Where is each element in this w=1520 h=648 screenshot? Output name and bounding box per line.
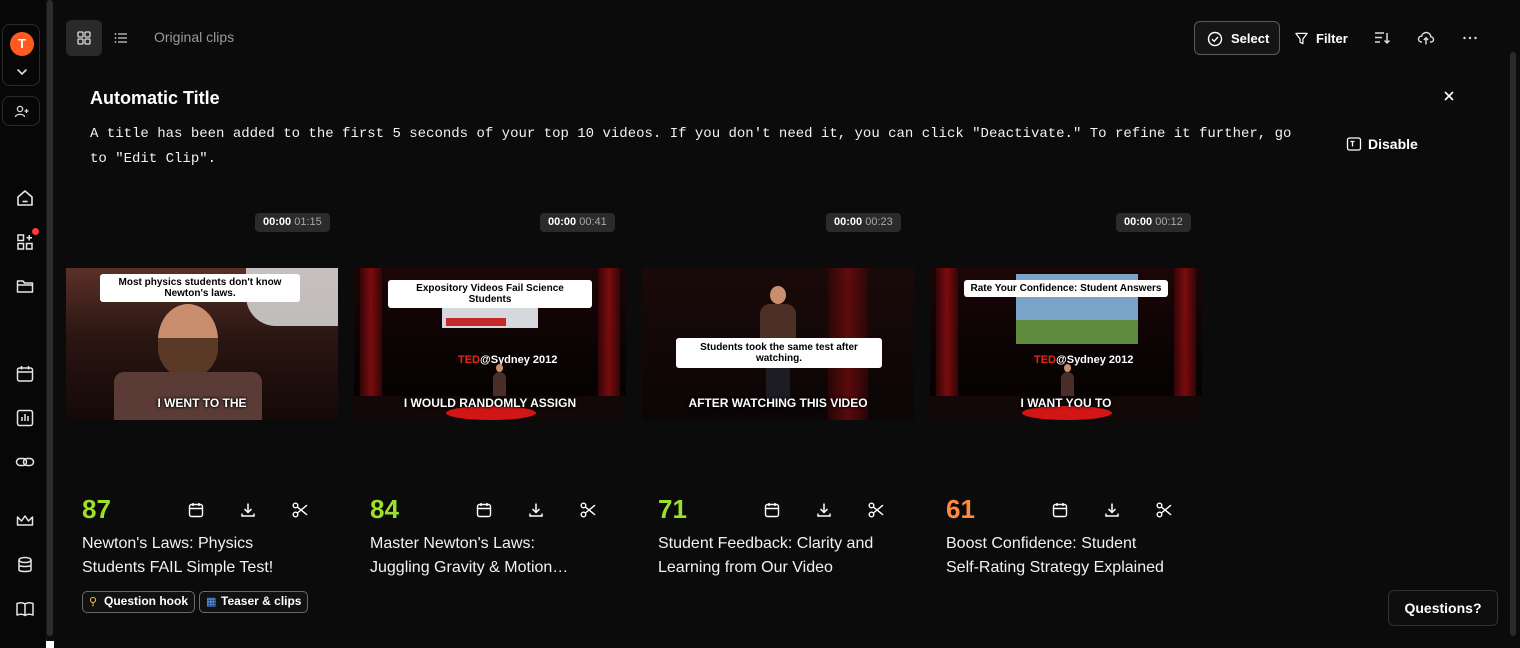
close-icon[interactable] (1440, 87, 1458, 105)
clip-overlay-title: Rate Your Confidence: Student Answers (964, 280, 1168, 297)
clip-title[interactable]: Boost Confidence: Student Self-Rating St… (946, 532, 1196, 580)
event-logo: TED@Sydney 2012 (1034, 354, 1134, 366)
clip-thumbnail[interactable]: TED@Sydney 2012 Expository Videos Fail S… (354, 268, 626, 420)
clip-caption: AFTER WATCHING THIS VIDEO (688, 396, 868, 410)
resize-handle[interactable] (46, 641, 54, 648)
calendar-icon[interactable] (14, 363, 36, 385)
chevron-down-icon[interactable] (15, 65, 29, 79)
clip-card[interactable]: 00:00 01:15 Most physics students don't … (66, 210, 338, 620)
link-icon[interactable] (14, 451, 36, 473)
clip-overlay-title: Students took the same test after watchi… (676, 338, 882, 368)
avatar[interactable]: T (10, 32, 34, 56)
breadcrumb[interactable]: Original clips (154, 29, 234, 45)
account-switcher[interactable]: T (2, 24, 40, 86)
scissors-icon[interactable] (867, 501, 885, 519)
grid-view-button[interactable] (66, 20, 102, 56)
clip-caption: I WOULD RANDOMLY ASSIGN (403, 396, 577, 410)
clip-duration: 00:00 01:15 (255, 213, 330, 232)
clip-card[interactable]: 00:00 00:23 Students took the same test … (642, 210, 914, 620)
notification-dot (32, 228, 39, 235)
virality-score: 84 (370, 494, 399, 524)
schedule-icon[interactable] (187, 501, 205, 519)
virality-score: 71 (658, 494, 687, 524)
disable-label: Disable (1368, 136, 1418, 152)
virality-score: 61 (946, 494, 975, 524)
sidebar-scrollbar[interactable] (47, 0, 53, 636)
more-options-icon[interactable] (1461, 29, 1479, 47)
clip-duration: 00:00 00:23 (826, 213, 901, 232)
clip-thumbnail[interactable]: TED@Sydney 2012 Rate Your Confidence: St… (930, 268, 1202, 420)
clip-thumbnail[interactable]: Most physics students don't know Newton'… (66, 268, 338, 420)
crown-icon[interactable] (14, 510, 36, 532)
book-icon[interactable] (14, 598, 36, 620)
clip-title[interactable]: Student Feedback: Clarity and Learning f… (658, 532, 908, 580)
download-icon[interactable] (239, 501, 257, 519)
clip-caption: I WENT TO THE (157, 396, 247, 410)
filter-label: Filter (1316, 31, 1348, 46)
add-user-icon (14, 105, 29, 118)
clip-duration: 00:00 00:12 (1116, 213, 1191, 232)
analytics-icon[interactable] (14, 407, 36, 429)
clip-overlay-title: Expository Videos Fail Science Students (388, 280, 592, 308)
list-view-button[interactable] (103, 20, 139, 56)
hook-icon: ⚲ (89, 596, 98, 608)
clip-title[interactable]: Master Newton's Laws: Juggling Gravity &… (370, 532, 620, 580)
list-icon (114, 33, 127, 43)
left-rail: T (0, 0, 47, 648)
questions-button[interactable]: Questions? (1388, 590, 1498, 626)
filter-icon (1295, 32, 1308, 45)
clip-card[interactable]: 00:00 00:41 TED@Sydney 2012 Expository V… (354, 210, 626, 620)
event-logo: TED@Sydney 2012 (458, 354, 558, 366)
folder-icon[interactable] (14, 275, 36, 297)
download-icon[interactable] (815, 501, 833, 519)
clip-caption: I WANT YOU TO (1020, 396, 1112, 410)
tag-teaser-clips[interactable]: ▦ Teaser & clips (199, 591, 309, 613)
scissors-icon[interactable] (1155, 501, 1173, 519)
invite-member-button[interactable] (2, 96, 40, 126)
tag-question-hook[interactable]: ⚲ Question hook (82, 591, 195, 613)
download-icon[interactable] (1103, 501, 1121, 519)
grid-icon (77, 31, 91, 45)
clip-overlay-title: Most physics students don't know Newton'… (100, 274, 300, 302)
virality-score: 87 (82, 494, 111, 524)
schedule-icon[interactable] (475, 501, 493, 519)
clip-card[interactable]: 00:00 00:12 TED@Sydney 2012 Rate Your Co… (930, 210, 1202, 620)
title-toggle-icon (1346, 137, 1362, 151)
select-button[interactable]: Select (1194, 21, 1280, 55)
check-circle-icon (1207, 31, 1223, 47)
schedule-icon[interactable] (1051, 501, 1069, 519)
sort-icon[interactable] (1373, 29, 1391, 47)
scissors-icon[interactable] (291, 501, 309, 519)
banner-title: Automatic Title (90, 88, 220, 108)
film-icon: ▦ (206, 596, 217, 608)
home-icon[interactable] (14, 187, 36, 209)
filter-button[interactable]: Filter (1290, 21, 1352, 55)
download-icon[interactable] (527, 501, 545, 519)
schedule-icon[interactable] (763, 501, 781, 519)
scissors-icon[interactable] (579, 501, 597, 519)
database-icon[interactable] (14, 554, 36, 576)
upload-cloud-icon[interactable] (1417, 29, 1435, 47)
clip-title[interactable]: Newton's Laws: Physics Students FAIL Sim… (82, 532, 332, 580)
clip-duration: 00:00 00:41 (540, 213, 615, 232)
select-label: Select (1231, 31, 1270, 46)
content-scrollbar[interactable] (1510, 52, 1516, 636)
clip-thumbnail[interactable]: Students took the same test after watchi… (642, 268, 914, 420)
banner-text: A title has been added to the first 5 se… (90, 126, 1292, 167)
